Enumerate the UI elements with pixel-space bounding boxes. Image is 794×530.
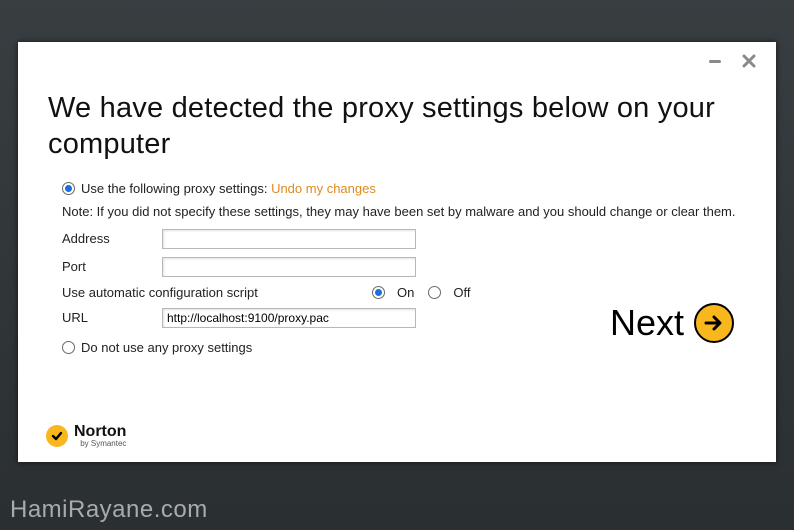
use-proxy-row: Use the following proxy settings: Undo m… (62, 181, 746, 196)
address-row: Address (62, 229, 746, 249)
auto-config-toggle: On Off (372, 285, 478, 300)
undo-changes-link[interactable]: Undo my changes (271, 181, 376, 196)
brand-subtitle: by Symantec (74, 440, 126, 448)
titlebar-controls (706, 52, 758, 70)
page-title: We have detected the proxy settings belo… (48, 90, 746, 163)
brand-logo: Norton by Symantec (46, 424, 126, 448)
close-icon[interactable] (740, 52, 758, 70)
dialog-window: We have detected the proxy settings belo… (18, 42, 776, 462)
arrow-right-icon (694, 303, 734, 343)
brand-name: Norton (74, 424, 126, 440)
app-background: We have detected the proxy settings belo… (0, 0, 794, 530)
auto-config-off-radio[interactable] (428, 286, 441, 299)
watermark-text: HamiRayane.com (10, 496, 208, 524)
off-label: Off (453, 285, 470, 300)
check-icon (46, 425, 68, 447)
proxy-note: Note: If you did not specify these setti… (62, 204, 746, 219)
url-label: URL (62, 310, 162, 325)
brand-logo-text: Norton by Symantec (74, 424, 126, 448)
port-input[interactable] (162, 257, 416, 277)
next-label: Next (610, 302, 684, 344)
port-label: Port (62, 259, 162, 274)
no-proxy-radio[interactable] (62, 341, 75, 354)
use-proxy-label: Use the following proxy settings: (81, 181, 267, 196)
auto-config-label: Use automatic configuration script (62, 285, 352, 300)
url-input[interactable] (162, 308, 416, 328)
auto-config-on-radio[interactable] (372, 286, 385, 299)
on-label: On (397, 285, 414, 300)
minimize-icon[interactable] (706, 52, 724, 70)
auto-config-row: Use automatic configuration script On Of… (62, 285, 746, 300)
address-label: Address (62, 231, 162, 246)
address-input[interactable] (162, 229, 416, 249)
next-button[interactable]: Next (610, 302, 734, 344)
use-proxy-radio[interactable] (62, 182, 75, 195)
no-proxy-label: Do not use any proxy settings (81, 340, 252, 355)
port-row: Port (62, 257, 746, 277)
